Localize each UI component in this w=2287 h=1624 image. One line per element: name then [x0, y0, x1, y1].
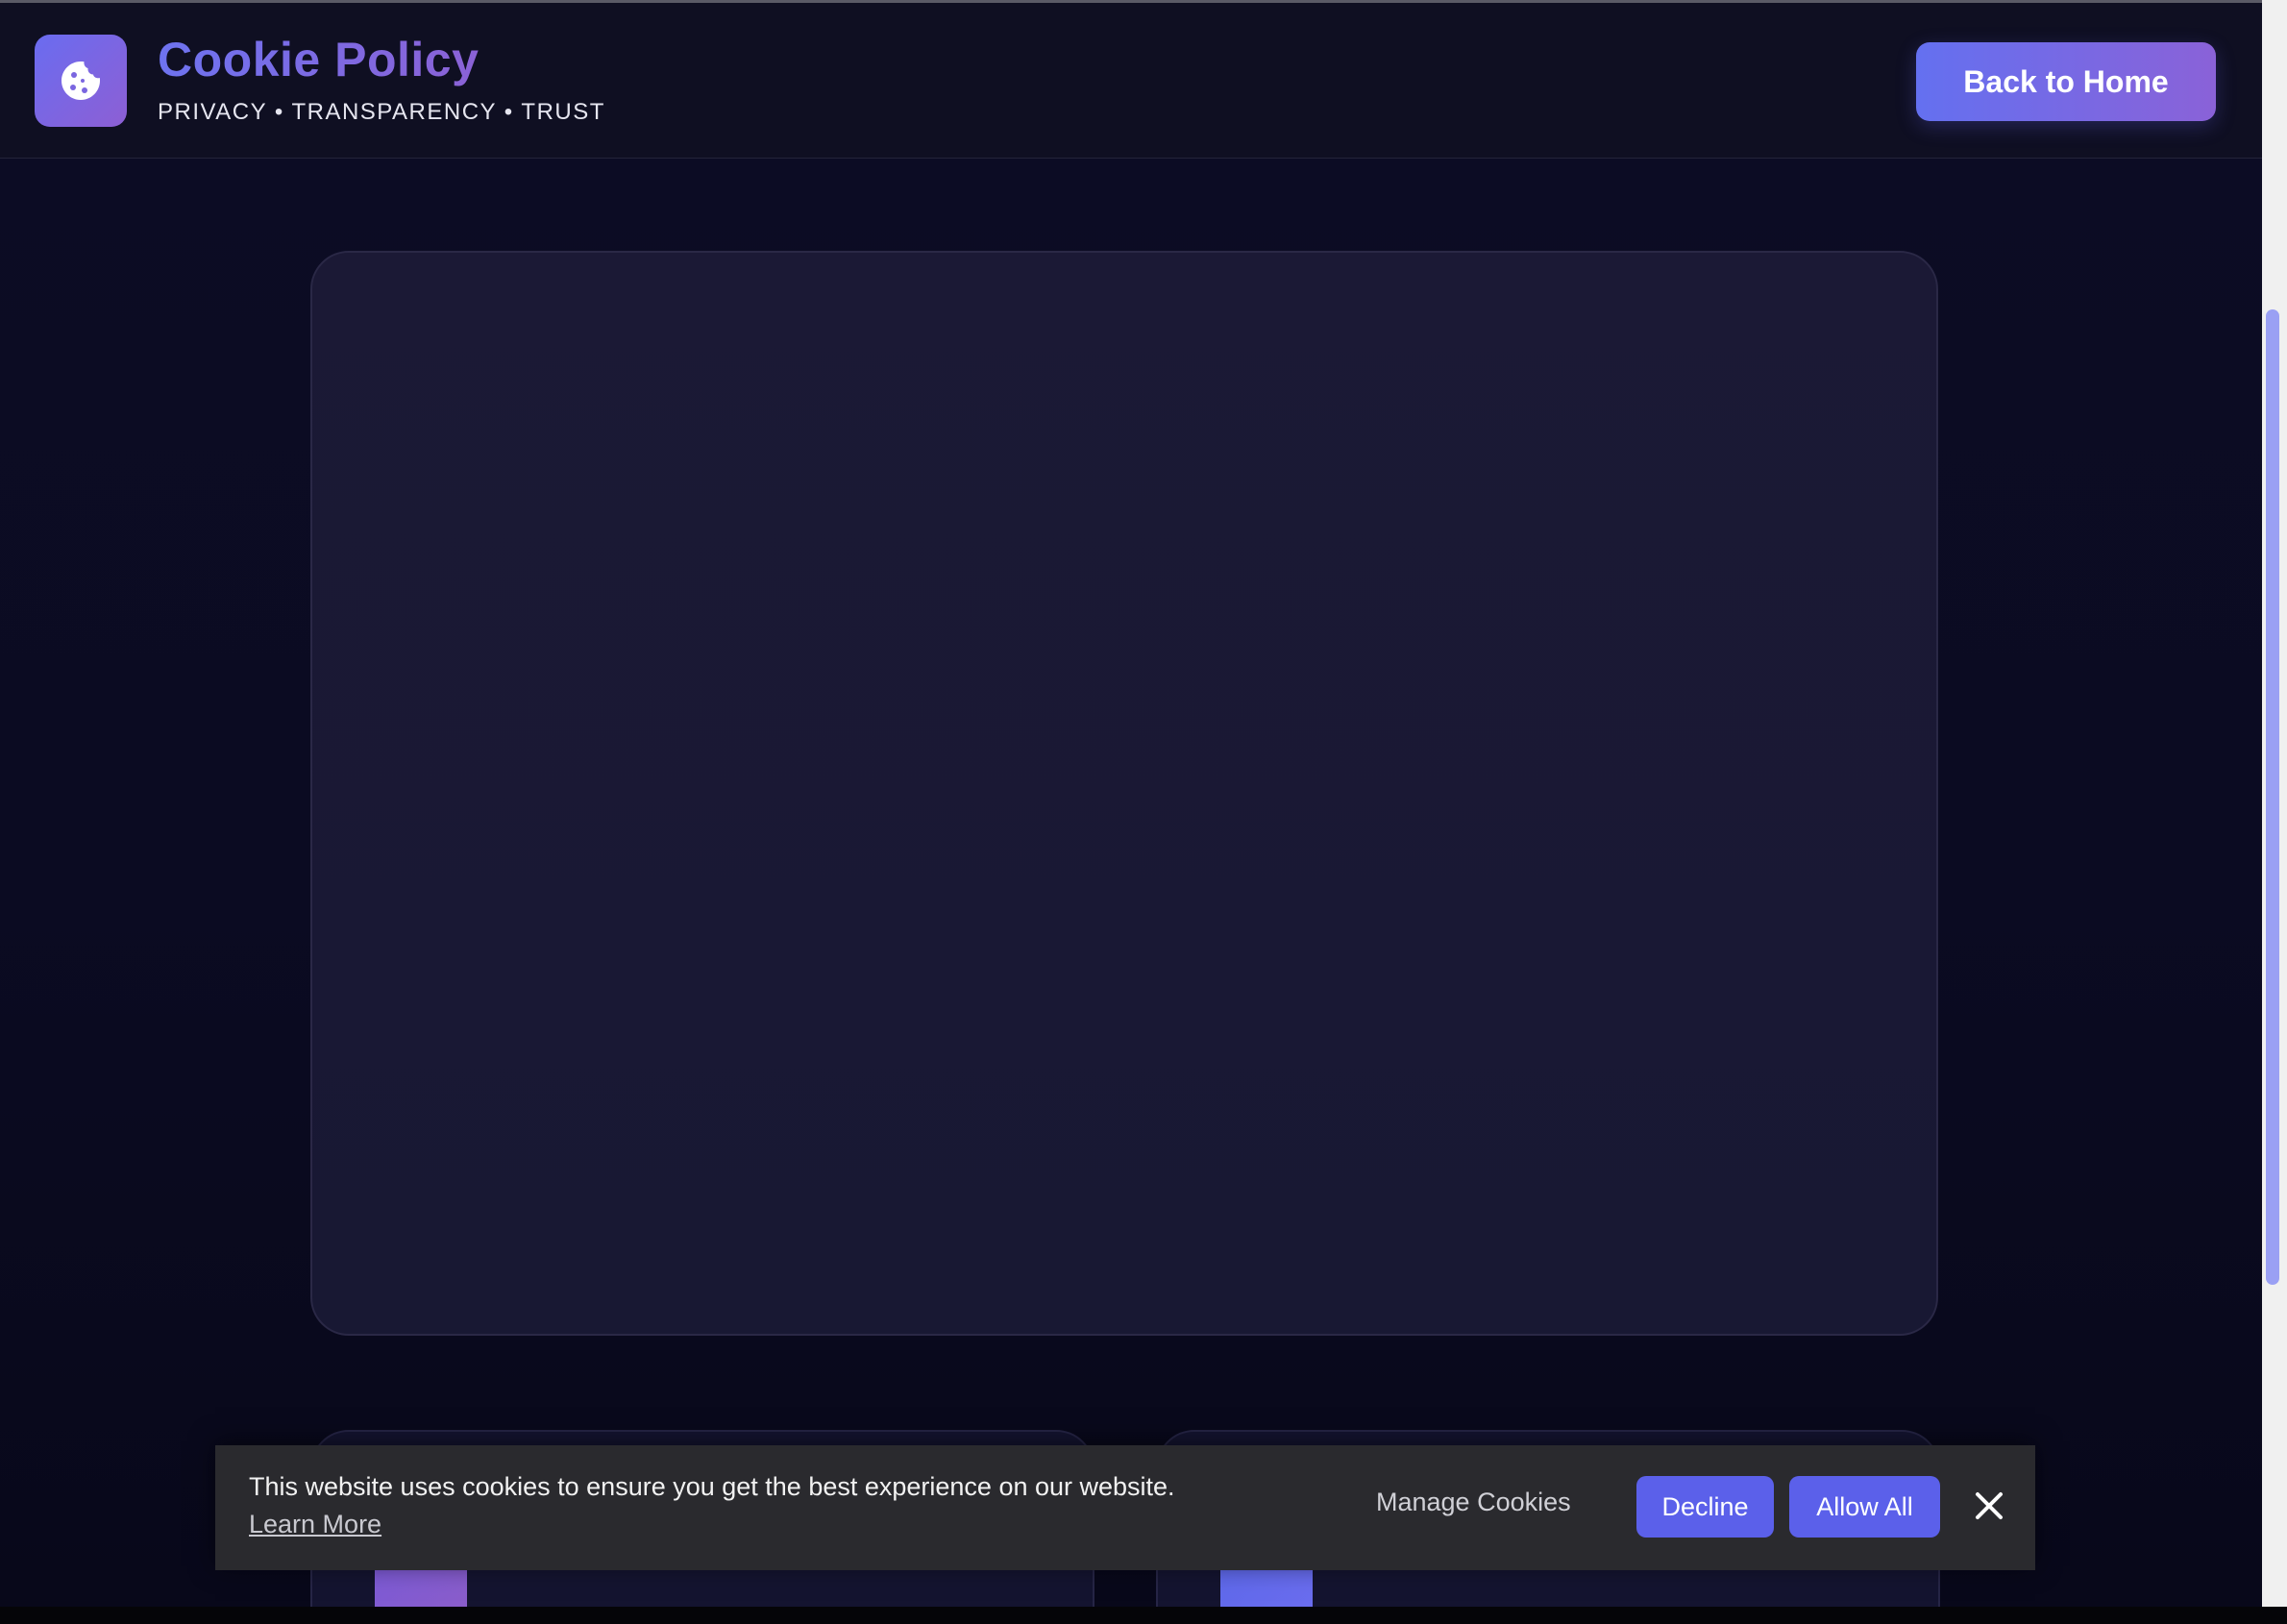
manage-cookies-button[interactable]: Manage Cookies: [1376, 1488, 1571, 1517]
decline-button[interactable]: Decline: [1636, 1476, 1774, 1538]
cookie-icon: [61, 62, 100, 100]
main-content-card: [310, 251, 1938, 1336]
page-viewport: Cookie Policy PRIVACY • TRANSPARENCY • T…: [0, 0, 2262, 1607]
site-logo[interactable]: [35, 35, 127, 127]
cookie-consent-banner: This website uses cookies to ensure you …: [215, 1445, 2035, 1570]
site-header: Cookie Policy PRIVACY • TRANSPARENCY • T…: [0, 3, 2262, 159]
page-title: Cookie Policy: [158, 33, 480, 86]
window-bottom-edge: [0, 1607, 2287, 1624]
learn-more-link[interactable]: Learn More: [249, 1510, 381, 1539]
scrollbar-thumb[interactable]: [2266, 309, 2279, 1285]
close-icon[interactable]: [1972, 1489, 2006, 1523]
vertical-scrollbar[interactable]: [2262, 0, 2287, 1607]
page-tagline: PRIVACY • TRANSPARENCY • TRUST: [158, 99, 605, 125]
cookie-message: This website uses cookies to ensure you …: [249, 1472, 1175, 1501]
allow-all-button[interactable]: Allow All: [1789, 1476, 1940, 1538]
back-to-home-button[interactable]: Back to Home: [1916, 42, 2216, 121]
